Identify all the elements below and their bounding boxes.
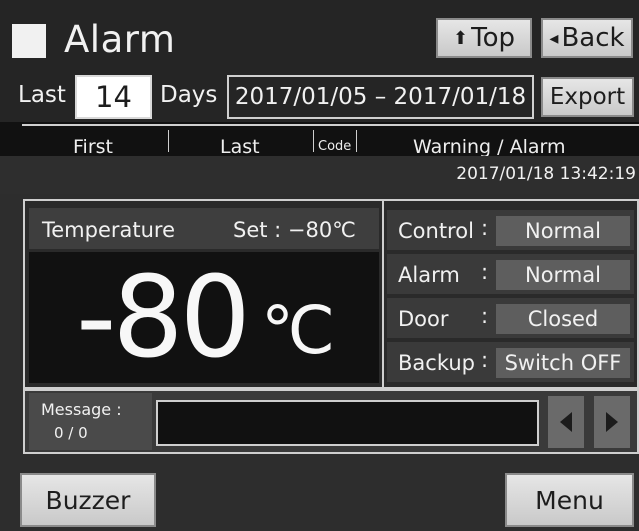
column-warning-alarm: Warning / Alarm: [413, 136, 566, 158]
last-label: Last: [18, 82, 66, 108]
alarm-colon: :: [481, 260, 489, 284]
message-label: Message :: [41, 400, 122, 419]
square-icon: [12, 24, 46, 58]
control-label: Control: [398, 219, 474, 243]
back-button-label: Back: [561, 23, 625, 53]
page-title: Alarm: [64, 18, 176, 61]
current-datetime: 2017/01/18 13:42:19: [456, 164, 636, 184]
log-table-border: [22, 124, 639, 126]
column-first: First: [73, 136, 113, 158]
message-field: [156, 400, 539, 446]
top-button-label: Top: [471, 23, 515, 53]
set-point-label: Set : −80℃: [233, 218, 356, 242]
column-divider: [313, 130, 314, 152]
menu-button[interactable]: Menu: [505, 473, 634, 527]
temperature-label: Temperature: [42, 218, 176, 242]
door-colon: :: [481, 304, 489, 328]
column-divider: [168, 130, 169, 152]
column-divider: [356, 130, 357, 152]
panel-divider: [382, 201, 384, 387]
arrow-right-icon: [606, 412, 618, 432]
column-last: Last: [220, 136, 260, 158]
date-range-field[interactable]: 2017/01/05 – 2017/01/18: [227, 75, 534, 119]
days-input[interactable]: 14: [75, 75, 152, 119]
export-button[interactable]: Export: [541, 77, 634, 117]
control-colon: :: [481, 216, 489, 240]
alarm-label: Alarm: [398, 263, 460, 287]
buzzer-button[interactable]: Buzzer: [20, 473, 156, 527]
alarm-status: Normal: [496, 260, 630, 290]
arrow-up-icon: ⬆: [453, 27, 469, 49]
triangle-left-icon: ◂: [549, 27, 559, 49]
backup-status: Switch OFF: [496, 348, 630, 378]
temperature-value: -80: [76, 253, 251, 383]
message-count: 0 / 0: [54, 424, 88, 442]
temperature-unit: ℃: [261, 292, 336, 369]
back-button[interactable]: ◂ Back: [541, 18, 633, 58]
message-prev-button[interactable]: [548, 396, 584, 448]
door-status: Closed: [496, 304, 630, 334]
top-button[interactable]: ⬆ Top: [436, 18, 532, 58]
days-label: Days: [160, 82, 218, 108]
backup-label: Backup: [398, 351, 475, 375]
message-next-button[interactable]: [594, 396, 630, 448]
backup-colon: :: [481, 348, 489, 372]
column-code: Code: [318, 139, 352, 154]
arrow-left-icon: [560, 412, 572, 432]
door-label: Door: [398, 307, 449, 331]
control-status: Normal: [496, 216, 630, 246]
